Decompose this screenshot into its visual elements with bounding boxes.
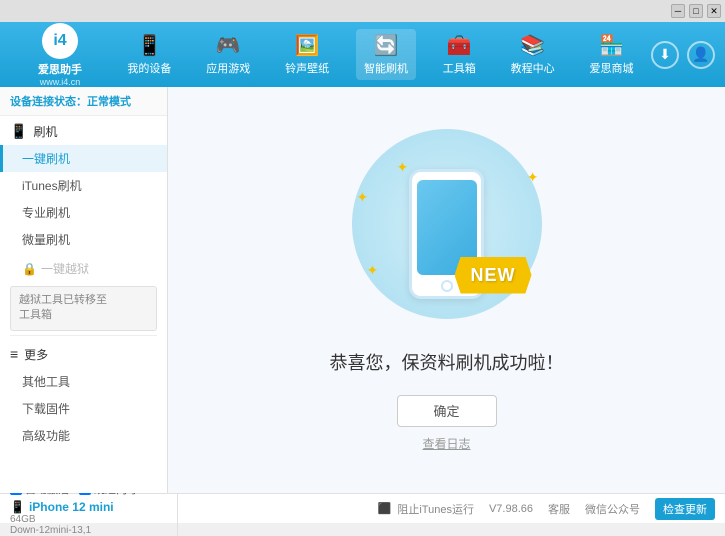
- new-badge: NEW: [455, 257, 532, 294]
- success-illustration: ✦ ✦ ✦ ✦ NEW: [347, 129, 547, 329]
- flash-section-icon: 📱: [10, 123, 27, 140]
- sidebar-item-jailbreak: 🔒 一键越狱: [0, 255, 167, 282]
- logo-area: i4 爱思助手 www.i4.cn: [10, 23, 110, 87]
- sidebar-item-advanced[interactable]: 高级功能: [0, 422, 167, 449]
- more-section: ≡ 更多 其他工具 下载固件 高级功能: [0, 339, 167, 451]
- nav-my-device[interactable]: 📱 我的设备: [119, 29, 179, 80]
- status-label: 设备连接状态：: [10, 96, 87, 108]
- device-storage: 64GB: [10, 514, 36, 525]
- nav-apps[interactable]: 🎮 应用游戏: [198, 29, 258, 80]
- logo-url: www.i4.cn: [40, 77, 81, 87]
- one-click-flash-label: 一键刷机: [22, 152, 70, 166]
- game-icon: 🎮: [216, 33, 241, 58]
- phone-home-button: [441, 280, 453, 292]
- sidebar-item-data-flash[interactable]: 微量刷机: [0, 226, 167, 253]
- flash-section-label: 刷机: [33, 123, 57, 140]
- sidebar-inner: 📱 刷机 一键刷机 iTunes刷机 专业刷机 微量刷机 🔒: [0, 116, 167, 493]
- sparkle-4: ✦: [397, 159, 409, 176]
- status-value: 正常模式: [87, 96, 131, 108]
- flash-section-header[interactable]: 📱 刷机: [0, 118, 167, 145]
- account-button[interactable]: 👤: [687, 41, 715, 69]
- flash-icon: 🔄: [374, 33, 399, 58]
- jailbreak-note-text: 越狱工具已转移至工具箱: [19, 294, 107, 321]
- itunes-status: ⬛ 阻止iTunes运行: [378, 501, 474, 517]
- logo-text-inner: i4: [53, 32, 66, 50]
- confirm-button-label: 确定: [433, 401, 459, 420]
- device-details: 64GB: [10, 514, 169, 525]
- bottom-right: ⬛ 阻止iTunes运行 V7.98.66 客服 微信公众号 检查更新: [178, 498, 715, 520]
- nav-tutorials[interactable]: 📚 教程中心: [503, 29, 563, 80]
- sidebar-item-itunes-flash[interactable]: iTunes刷机: [0, 172, 167, 199]
- sidebar-item-download-firmware[interactable]: 下载固件: [0, 395, 167, 422]
- nav-smart-flash-label: 智能刷机: [364, 60, 408, 76]
- itunes-icon: ⬛: [378, 502, 392, 515]
- other-tools-label: 其他工具: [22, 375, 70, 389]
- title-bar: ─ □ ✕: [0, 0, 725, 22]
- nav-items: 📱 我的设备 🎮 应用游戏 🖼️ 铃声壁纸 🔄 智能刷机 🧰 工具箱 📚 教程中…: [110, 29, 651, 80]
- more-section-header[interactable]: ≡ 更多: [0, 341, 167, 368]
- pro-flash-label: 专业刷机: [22, 206, 70, 220]
- itunes-status-text: 阻止iTunes运行: [397, 501, 474, 517]
- wallpaper-icon: 🖼️: [295, 33, 320, 58]
- nav-tutorials-label: 教程中心: [511, 60, 555, 76]
- sparkle-3: ✦: [367, 262, 379, 279]
- check-update-button[interactable]: 检查更新: [655, 498, 715, 520]
- store-icon: 🏪: [599, 33, 624, 58]
- nav-toolbox-label: 工具箱: [443, 60, 476, 76]
- logo-icon: i4: [42, 23, 78, 59]
- version-text: V7.98.66: [489, 503, 533, 515]
- close-button[interactable]: ✕: [707, 4, 721, 18]
- sparkle-1: ✦: [357, 189, 369, 206]
- nav-toolbox[interactable]: 🧰 工具箱: [435, 29, 484, 80]
- device-name-text: iPhone 12 mini: [29, 500, 114, 514]
- phone-icon: 📱: [137, 33, 162, 58]
- phone-small-icon: 📱: [10, 500, 25, 514]
- download-button[interactable]: ⬇: [651, 41, 679, 69]
- content-area: ✦ ✦ ✦ ✦ NEW 恭喜您，保资料刷机成功啦！ 确定 查看日志: [168, 87, 725, 493]
- nav-smart-flash[interactable]: 🔄 智能刷机: [356, 29, 416, 80]
- device-version-text: Down-12mini-13,1: [10, 525, 91, 536]
- header-actions: ⬇ 👤: [651, 41, 715, 69]
- success-message: 恭喜您，保资料刷机成功啦！: [330, 349, 564, 375]
- customer-service-link[interactable]: 客服: [548, 501, 570, 517]
- jailbreak-label: 一键越狱: [41, 260, 89, 277]
- view-log-link[interactable]: 查看日志: [422, 435, 470, 452]
- header: i4 爱思助手 www.i4.cn 📱 我的设备 🎮 应用游戏 🖼️ 铃声壁纸 …: [0, 22, 725, 87]
- more-icon: ≡: [10, 346, 18, 362]
- sidebar-item-one-click-flash[interactable]: 一键刷机: [0, 145, 167, 172]
- toolbox-icon: 🧰: [447, 33, 472, 58]
- device-name: 📱 iPhone 12 mini: [10, 500, 169, 514]
- minimize-button[interactable]: ─: [671, 4, 685, 18]
- logo-name: 爱思助手: [38, 61, 82, 77]
- jailbreak-note: 越狱工具已转移至工具箱: [10, 286, 157, 331]
- nav-wallpaper[interactable]: 🖼️ 铃声壁纸: [277, 29, 337, 80]
- flash-section: 📱 刷机 一键刷机 iTunes刷机 专业刷机 微量刷机: [0, 116, 167, 255]
- nav-apps-label: 应用游戏: [206, 60, 250, 76]
- nav-wallpaper-label: 铃声壁纸: [285, 60, 329, 76]
- itunes-flash-label: iTunes刷机: [22, 179, 82, 193]
- sidebar: 设备连接状态：正常模式 📱 刷机 一键刷机 iTunes刷机 专业刷机: [0, 87, 168, 493]
- download-firmware-label: 下载固件: [22, 402, 70, 416]
- confirm-button[interactable]: 确定: [397, 395, 497, 427]
- bottom-bar: 自动激活 跳过向导 📱 iPhone 12 mini 64GB Down-12m…: [0, 493, 725, 523]
- nav-my-device-label: 我的设备: [127, 60, 171, 76]
- more-section-label: 更多: [24, 346, 48, 363]
- nav-store-label: 爱思商城: [589, 60, 633, 76]
- sidebar-item-pro-flash[interactable]: 专业刷机: [0, 199, 167, 226]
- lock-icon: 🔒: [22, 262, 37, 276]
- main-area: 设备连接状态：正常模式 📱 刷机 一键刷机 iTunes刷机 专业刷机: [0, 87, 725, 493]
- sidebar-divider: [10, 335, 157, 336]
- maximize-button[interactable]: □: [689, 4, 703, 18]
- tutorials-icon: 📚: [520, 33, 545, 58]
- wechat-link[interactable]: 微信公众号: [585, 501, 640, 517]
- data-flash-label: 微量刷机: [22, 233, 70, 247]
- sparkle-2: ✦: [527, 169, 539, 186]
- nav-store[interactable]: 🏪 爱思商城: [581, 29, 641, 80]
- advanced-label: 高级功能: [22, 429, 70, 443]
- connection-status-bar: 设备连接状态：正常模式: [0, 87, 167, 116]
- sidebar-item-other-tools[interactable]: 其他工具: [0, 368, 167, 395]
- device-version: Down-12mini-13,1: [10, 525, 169, 536]
